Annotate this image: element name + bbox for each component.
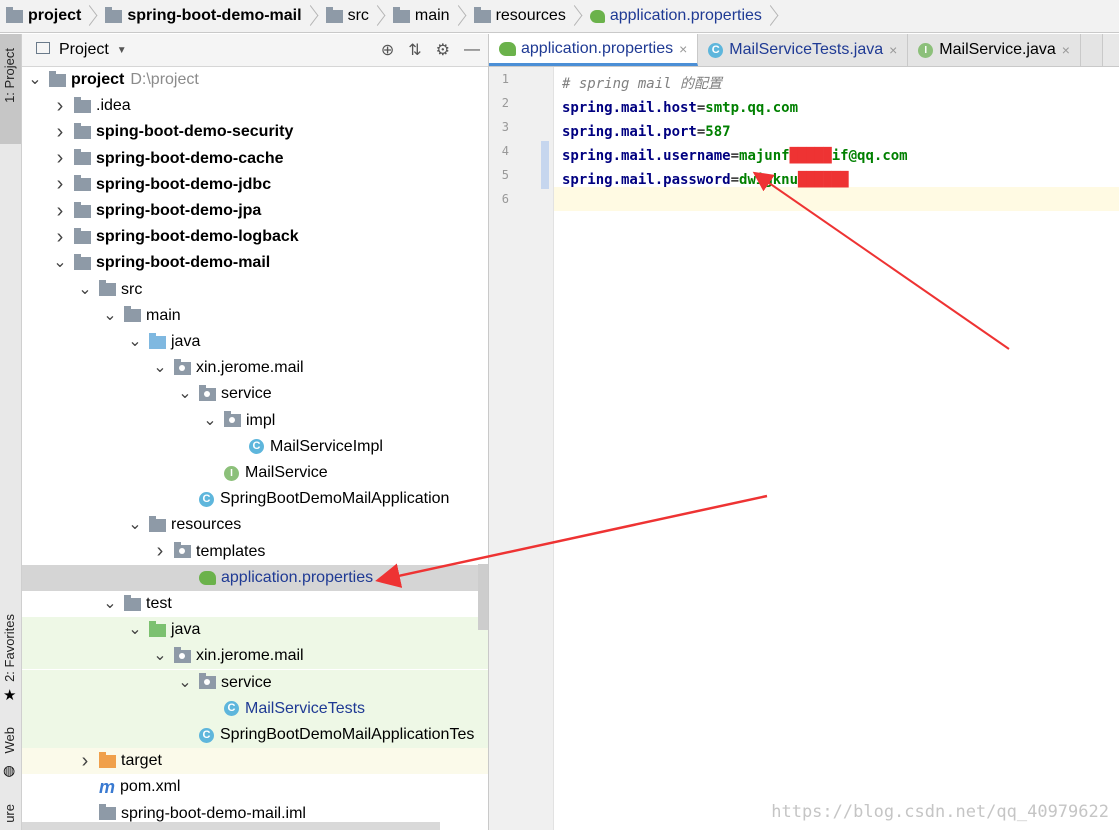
arrow-to-properties-file [375,494,768,588]
watermark: https://blog.csdn.net/qq_40979622 [771,802,1109,822]
arrow-to-password [752,171,1010,350]
annotation-arrows [375,171,1010,588]
